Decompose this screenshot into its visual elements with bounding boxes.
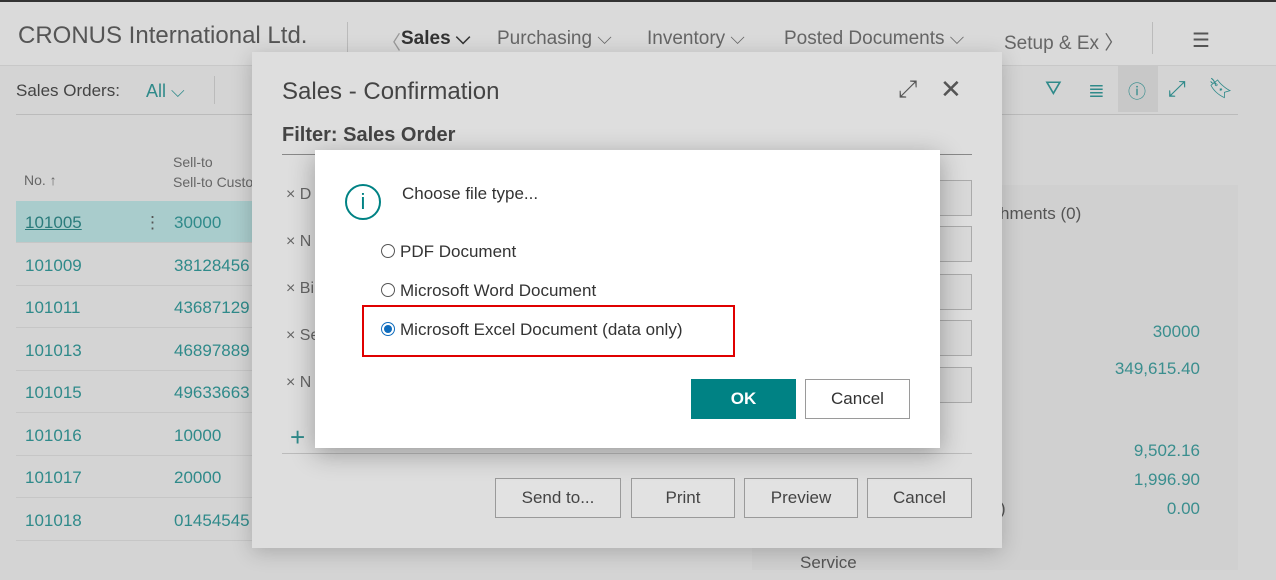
customer-no-link[interactable]: 30000 bbox=[174, 213, 221, 233]
factbox-value: 349,615.40 bbox=[1114, 359, 1200, 378]
filter-row-label[interactable]: × N bbox=[286, 374, 311, 392]
column-header-no[interactable]: No. ↑ bbox=[24, 172, 57, 188]
filter-icon[interactable]: ⛛ bbox=[1045, 78, 1062, 101]
close-icon[interactable]: ✕ bbox=[940, 74, 962, 105]
ok-button[interactable]: OK bbox=[691, 379, 796, 419]
customer-no-link[interactable]: 49633663 bbox=[174, 383, 250, 403]
filter-row-label[interactable]: × Bi bbox=[286, 280, 314, 298]
column-header-customer[interactable]: Sell-toSell-to Customer N bbox=[173, 152, 253, 192]
company-name[interactable]: CRONUS International Ltd. bbox=[18, 22, 307, 50]
expand-icon[interactable]: ⤢ bbox=[1168, 76, 1186, 102]
factbox-value: 1,996.90 bbox=[1133, 470, 1200, 489]
customer-no-link[interactable]: 43687129 bbox=[174, 298, 250, 318]
divider bbox=[998, 114, 1238, 115]
customer-no-link[interactable]: 46897889 bbox=[174, 341, 250, 361]
table-row[interactable]: 101013 46897889 bbox=[16, 329, 252, 371]
customer-no-link[interactable]: 38128456 bbox=[174, 256, 250, 276]
factbox-attachments[interactable]: hments (0) bbox=[1000, 204, 1081, 224]
send-to-button[interactable]: Send to... bbox=[495, 478, 621, 518]
info-icon: i bbox=[345, 184, 381, 220]
list-icon[interactable]: ≣ bbox=[1088, 78, 1105, 103]
print-button[interactable]: Print bbox=[631, 478, 735, 518]
customer-no-link[interactable]: 01454545 bbox=[174, 511, 250, 531]
factbox-value[interactable]: 30000 bbox=[1153, 322, 1200, 342]
list-title: Sales Orders: bbox=[16, 81, 120, 100]
divider bbox=[16, 114, 252, 115]
add-filter-icon[interactable]: + bbox=[290, 422, 305, 453]
nav-purchasing[interactable]: Purchasing ⌵ bbox=[497, 28, 612, 50]
order-no-link[interactable]: 101011 bbox=[25, 298, 80, 318]
bookmark-icon[interactable]: 🔖︎ bbox=[1208, 76, 1233, 101]
order-no-link[interactable]: 101016 bbox=[25, 426, 82, 446]
table-row[interactable]: 101015 49633663 bbox=[16, 371, 252, 413]
remove-filter-icon: × bbox=[286, 233, 300, 250]
expand-icon[interactable]: ⤢ bbox=[898, 76, 917, 104]
remove-filter-icon: × bbox=[286, 374, 300, 391]
customer-no-link[interactable]: 10000 bbox=[174, 426, 221, 446]
table-row[interactable]: 101018 01454545 bbox=[16, 499, 252, 541]
customer-no-link[interactable]: 20000 bbox=[174, 468, 221, 488]
cancel-button[interactable]: Cancel bbox=[867, 478, 972, 518]
radio-excel[interactable]: Microsoft Excel Document (data only) bbox=[381, 320, 683, 340]
dialog-message: Choose file type... bbox=[402, 184, 539, 203]
table-row[interactable]: 101011 43687129 bbox=[16, 286, 252, 328]
nav-inventory[interactable]: Inventory ⌵ bbox=[647, 28, 745, 50]
dialog-title: Sales - Confirmation bbox=[282, 78, 500, 105]
factbox-value: 0.00 bbox=[1166, 499, 1200, 518]
radio-word[interactable]: Microsoft Word Document bbox=[381, 281, 596, 301]
table-row[interactable]: 101017 20000 bbox=[16, 456, 252, 498]
nav-posted-documents[interactable]: Posted Documents ⌵ bbox=[784, 28, 964, 50]
info-icon: ⓘ bbox=[1128, 82, 1146, 102]
info-button[interactable]: ⓘ bbox=[1118, 66, 1158, 112]
table-row[interactable]: 101016 10000 bbox=[16, 414, 252, 456]
factbox-value: 9,502.16 bbox=[1133, 441, 1200, 460]
cancel-button[interactable]: Cancel bbox=[805, 379, 910, 419]
row-menu-icon[interactable]: ⋮ bbox=[144, 213, 161, 233]
order-no-link[interactable]: 101005 bbox=[25, 213, 82, 233]
divider bbox=[1152, 22, 1153, 54]
nav-sales[interactable]: Sales ⌵ bbox=[401, 28, 470, 50]
order-no-link[interactable]: 101017 bbox=[25, 468, 82, 488]
factbox-service: Service bbox=[800, 553, 857, 572]
remove-filter-icon: × bbox=[286, 280, 300, 297]
preview-button[interactable]: Preview bbox=[744, 478, 858, 518]
nav-prev-icon[interactable]: 〈 bbox=[382, 28, 401, 55]
menu-icon[interactable]: ☰ bbox=[1192, 28, 1210, 53]
divider bbox=[214, 76, 215, 104]
table-row[interactable]: 101009 38128456 bbox=[16, 244, 252, 286]
divider bbox=[282, 453, 972, 454]
nav-setup[interactable]: Setup & Ex 〉 bbox=[1004, 28, 1123, 55]
filter-row-label[interactable]: × N bbox=[286, 233, 311, 251]
order-no-link[interactable]: 101018 bbox=[25, 511, 82, 531]
order-no-link[interactable]: 101015 bbox=[25, 383, 82, 403]
remove-filter-icon: × bbox=[286, 327, 300, 344]
order-no-link[interactable]: 101013 bbox=[25, 341, 82, 361]
order-no-link[interactable]: 101009 bbox=[25, 256, 82, 276]
remove-filter-icon: × bbox=[286, 186, 300, 203]
filter-row-label[interactable]: × D bbox=[286, 186, 311, 204]
table-row[interactable]: 101005 ⋮ 30000 bbox=[16, 201, 252, 243]
file-type-dialog: i Choose file type... PDF Document Micro… bbox=[315, 150, 940, 448]
divider bbox=[347, 22, 348, 54]
filter-section-title: Filter: Sales Order bbox=[282, 124, 456, 146]
radio-pdf[interactable]: PDF Document bbox=[381, 242, 516, 262]
filter-view-all[interactable]: All ⌵ bbox=[146, 81, 185, 102]
